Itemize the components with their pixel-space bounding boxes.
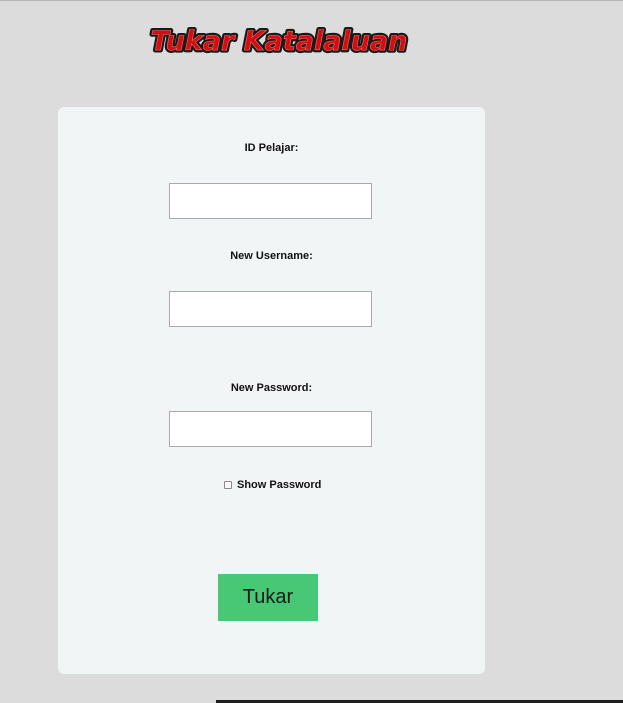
new-password-label: New Password: bbox=[230, 382, 313, 394]
top-border bbox=[0, 0, 623, 1]
change-password-card: ID Pelajar: New Username: New Password: … bbox=[58, 107, 485, 674]
show-password-label: Show Password bbox=[237, 479, 322, 491]
show-password-toggle[interactable]: Show Password bbox=[224, 478, 321, 492]
new-username-label: New Username: bbox=[230, 250, 313, 262]
submit-button[interactable]: Tukar bbox=[218, 574, 318, 621]
student-id-label: ID Pelajar: bbox=[244, 142, 299, 154]
show-password-checkbox[interactable] bbox=[224, 481, 232, 489]
new-username-input[interactable] bbox=[169, 291, 372, 327]
page-title: Tukar Katalaluan bbox=[151, 26, 408, 57]
student-id-input[interactable] bbox=[169, 183, 372, 219]
new-password-input[interactable] bbox=[169, 411, 372, 447]
page-title-logo: Tukar Katalaluan Tukar Katalaluan bbox=[148, 20, 410, 60]
